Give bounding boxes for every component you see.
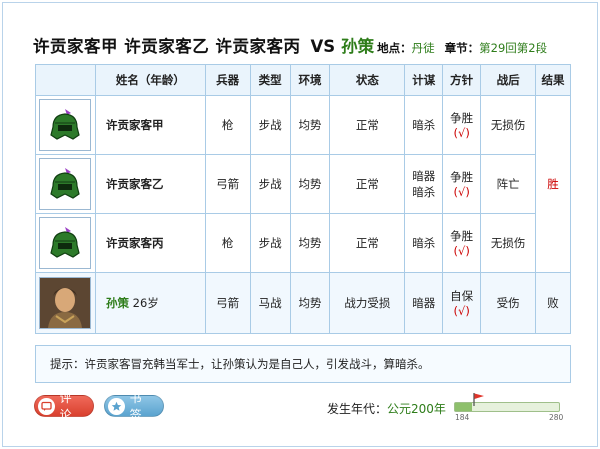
location-info: 地点：丹徒 [377,40,435,56]
table-row: 许贡家客乙 弓箭 步战 均势 正常 暗器暗杀 争胜 (√) 阵亡 [35,154,571,214]
portrait-cell [35,272,96,334]
type-cell: 步战 [249,213,291,273]
comment-icon [38,397,55,415]
tactic-cell: 暗器 暗杀 [404,154,444,214]
col-terrain: 环境 [289,64,331,96]
policy-value: 争胜 [450,229,474,243]
tactic-cell: 暗杀 [404,95,444,155]
after-cell: 阵亡 [480,154,537,214]
policy-value: 争胜 [450,170,474,184]
era-range-max: 280 [549,413,564,422]
player-name-cell: 孙策 26岁 [94,272,206,334]
col-tactic: 计谋 [404,64,444,96]
policy-cell: 争胜 (√) [442,154,482,214]
era-timeline-slider[interactable] [454,402,560,412]
terrain-cell: 均势 [289,95,331,155]
attacker-names: 许贡家客甲 许贡家客乙 许贡家客丙 [33,37,301,56]
era-timeline-fill [455,403,473,411]
status-cell: 正常 [329,213,406,273]
terrain-cell: 均势 [289,272,331,334]
policy-check: (√) [453,126,470,140]
fighter-name[interactable]: 许贡家客乙 [94,154,206,214]
type-cell: 步战 [249,154,291,214]
table-row-player: 孙策 26岁 弓箭 马战 均势 战力受损 暗器 自保 (√) 受伤 败 [35,272,571,334]
comment-button[interactable]: 评论 [34,391,94,422]
location-label: 地点： [377,41,412,55]
era-label: 发生年代： [327,402,388,416]
fighter-name[interactable]: 许贡家客甲 [94,95,206,155]
policy-value: 争胜 [450,111,474,125]
green-helmet-icon[interactable] [39,99,92,151]
type-cell: 步战 [249,95,291,155]
after-cell: 无损伤 [480,213,537,273]
group-result: 胜 [535,95,571,273]
bookmark-button[interactable]: 书签 [104,391,164,422]
result-cell: 败 [535,272,571,334]
comment-label: 评论 [59,391,72,422]
flag-icon[interactable] [472,392,486,406]
era-value: 公元200年 [387,402,446,416]
status-cell: 正常 [329,95,406,155]
weapon-cell: 枪 [204,95,251,155]
defender-name[interactable]: 孙策 [341,33,374,57]
weapon-cell: 弓箭 [204,154,251,214]
policy-check: (√) [453,244,470,258]
player-name[interactable]: 孙策 [106,296,129,310]
status-cell: 正常 [329,154,406,214]
col-status: 状态 [329,64,406,96]
table-header-row: 姓名（年龄） 兵器 类型 环境 状态 计谋 方针 战后 结果 [35,64,571,96]
tip-text: 许贡家客冒充韩当军士，让孙策认为是自己人，引发战斗，算暗杀。 [84,357,430,371]
col-portrait [35,64,96,96]
type-cell: 马战 [249,272,291,334]
fighter-name[interactable]: 许贡家客丙 [94,213,206,273]
terrain-cell: 均势 [289,213,331,273]
player-age: 26岁 [132,296,159,310]
chapter-label: 章节： [444,41,480,55]
policy-value: 自保 [450,289,474,303]
weapon-cell: 枪 [204,213,251,273]
policy-cell: 争胜 (√) [442,213,482,273]
portrait-cell [35,213,96,273]
col-name: 姓名（年龄） [94,64,206,96]
col-after: 战后 [480,64,537,96]
tip-box: 提示：许贡家客冒充韩当军士，让孙策认为是自己人，引发战斗，算暗杀。 [35,345,571,383]
location-value[interactable]: 丹徒 [412,41,435,55]
tactic-value: 暗器 [412,169,436,183]
col-weapon: 兵器 [204,64,251,96]
battle-header: 许贡家客甲 许贡家客乙 许贡家客丙 VS 孙策 地点：丹徒 章节：第29回第2段 [33,33,573,61]
bookmark-label: 书签 [129,391,142,422]
after-cell: 无损伤 [480,95,537,155]
table-row: 许贡家客丙 枪 步战 均势 正常 暗杀 争胜 (√) 无损伤 [35,213,571,273]
chapter-value[interactable]: 第29回第2段 [479,41,547,55]
green-helmet-icon[interactable] [39,217,92,269]
after-cell: 受伤 [480,272,537,334]
battle-table: 姓名（年龄） 兵器 类型 环境 状态 计谋 方针 战后 结果 许贡家客甲 枪 步… [35,64,571,334]
green-helmet-icon[interactable] [39,158,92,210]
weapon-cell: 弓箭 [204,272,251,334]
portrait-cell [35,95,96,155]
policy-cell: 争胜 (√) [442,95,482,155]
table-row: 许贡家客甲 枪 步战 均势 正常 暗杀 争胜 (√) 无损伤 胜 [35,95,571,273]
portrait-cell [35,154,96,214]
tactic-cell: 暗杀 [404,213,444,273]
col-type: 类型 [249,64,291,96]
chapter-info: 章节：第29回第2段 [445,40,547,56]
policy-check: (√) [453,185,470,199]
terrain-cell: 均势 [289,154,331,214]
policy-cell: 自保 (√) [442,272,482,334]
era-range-min: 184 [455,413,470,422]
tactic-value-2: 暗杀 [412,185,436,199]
vs-label: VS [310,37,336,56]
battle-panel: 许贡家客甲 许贡家客乙 许贡家客丙 VS 孙策 地点：丹徒 章节：第29回第2段… [2,2,598,447]
tactic-cell: 暗器 [404,272,444,334]
status-cell: 战力受损 [329,272,406,334]
tip-label: 提示： [50,357,85,371]
era-info: 发生年代：公元200年 [327,400,446,417]
warrior-portrait[interactable] [39,277,92,329]
bookmark-icon [108,397,125,415]
policy-check: (√) [453,304,470,318]
col-policy: 方针 [442,64,482,96]
col-result: 结果 [535,64,571,96]
